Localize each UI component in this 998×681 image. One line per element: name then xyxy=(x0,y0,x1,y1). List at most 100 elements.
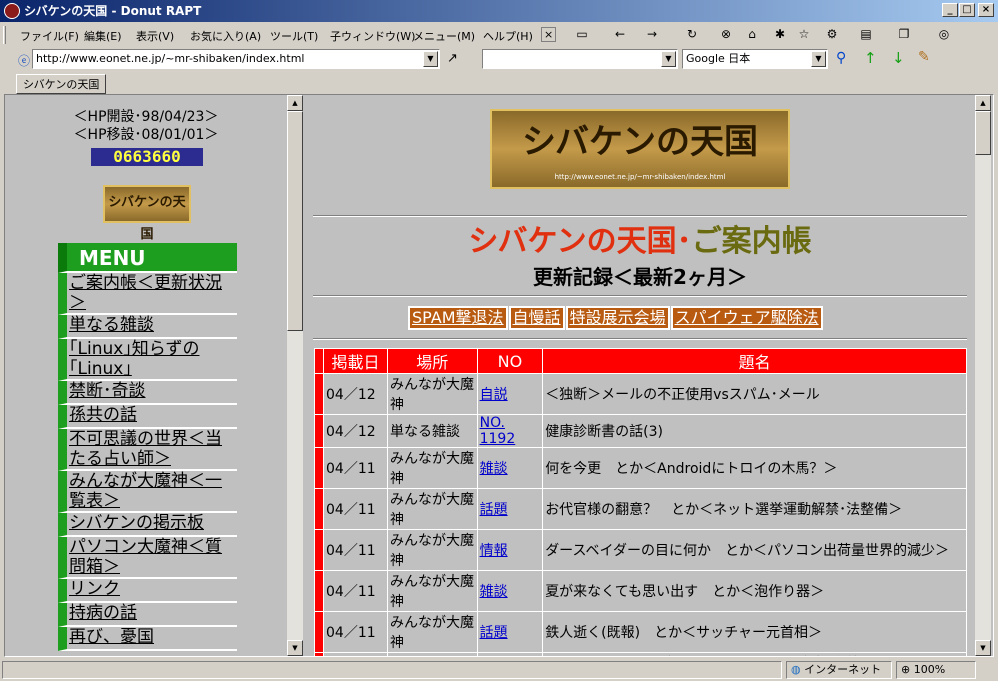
menu-title: MENU xyxy=(58,243,237,273)
row-no-link[interactable]: 雑談 xyxy=(476,570,544,612)
app-icon xyxy=(4,3,20,19)
link-exhibit[interactable]: 特設展示会場 xyxy=(565,306,670,330)
menu-window[interactable]: 子ウィンドウ(W) xyxy=(330,28,415,44)
menu-menu[interactable]: メニュー(M) xyxy=(413,28,475,44)
engine-dropdown-arrow[interactable]: ▼ xyxy=(811,51,826,67)
row-no-link[interactable]: 雑談 xyxy=(476,447,544,489)
search-input[interactable]: ▼ xyxy=(482,49,678,69)
menu-item-grandchildren[interactable]: 孫共の話 xyxy=(58,405,237,429)
menu-item-kidan[interactable]: 禁断･奇談 xyxy=(58,381,237,405)
table-row: 04／11 みんなが大魔神 話題 鉄人逝く(既報) とか＜サッチャー元首相＞ xyxy=(314,611,967,653)
menu-item-bbs[interactable]: シバケンの掲示板 xyxy=(58,513,237,537)
row-marker xyxy=(314,570,324,612)
home-icon[interactable]: ⌂ xyxy=(742,25,762,43)
search-icon[interactable]: ⚲ xyxy=(836,50,846,66)
menu-favorites[interactable]: お気に入り(A) xyxy=(190,28,261,44)
row-title: 何を今更 とか＜Androidにトロイの木馬？＞ xyxy=(542,447,967,489)
hp-open-date: ＜HP開設･98/04/23＞ xyxy=(73,109,219,125)
highlighter-icon[interactable]: ✎ xyxy=(918,49,930,65)
row-no-link[interactable]: 話題 xyxy=(476,488,544,530)
logo-url: http://www.eonet.ne.jp/~mr-shibaken/inde… xyxy=(554,173,726,181)
row-title: ダースベイダーの目に何か とか＜パソコン出荷量世界的減少＞ xyxy=(542,529,967,571)
menu-file[interactable]: ファイル(F) xyxy=(20,28,79,44)
zone-label: インターネット xyxy=(804,663,882,676)
settings-icon[interactable]: ⚙ xyxy=(822,25,842,43)
row-no-link[interactable]: 情報 xyxy=(476,529,544,571)
close-button[interactable]: × xyxy=(978,3,994,17)
scroll-thumb[interactable] xyxy=(975,111,991,155)
tab-shibaken[interactable]: シバケンの天国 xyxy=(16,74,107,94)
window-icon[interactable]: ❐ xyxy=(894,25,914,43)
feature-links: SPAM撃退法 自慢話 特設展示会場 スパイウェア駆除法 xyxy=(408,306,824,330)
favorites-icon[interactable]: ☆ xyxy=(794,25,814,43)
back-icon[interactable]: ← xyxy=(610,25,630,43)
scroll-up-arrow[interactable]: ▲ xyxy=(975,95,991,111)
search-engine-select[interactable]: Google 日本 ▼ xyxy=(682,49,828,69)
page-title: シバケンの天国･ご案内帳 xyxy=(313,223,967,261)
row-no-link[interactable]: 自説 xyxy=(476,373,544,415)
link-spyware[interactable]: スパイウェア駆除法 xyxy=(670,306,823,330)
status-text xyxy=(2,661,782,679)
table-row: 04／11 みんなが大魔神 話題 お代官様の翻意？ とか＜ネット選挙運動解禁･法整備＞ xyxy=(314,488,967,530)
title-bar: シバケンの天国 - Donut RAPT _ □ × xyxy=(0,0,998,22)
row-date: 04／11 xyxy=(323,529,388,571)
left-scrollbar[interactable]: ▲ ▼ xyxy=(287,95,303,656)
menu-item-patriot[interactable]: 再び、憂国 xyxy=(58,627,237,651)
history-icon[interactable]: ✱ xyxy=(770,25,790,43)
row-no-link[interactable]: 話題 xyxy=(476,611,544,653)
menu-item-mystery[interactable]: 不可思議の世界＜当たる占い師＞ xyxy=(58,429,237,471)
row-no-link[interactable]: 雑談 xyxy=(476,652,544,656)
new-page-icon[interactable]: ▭ xyxy=(572,25,592,43)
menu-item-illness[interactable]: 持病の話 xyxy=(58,603,237,627)
menu-bar: ファイル(F) 編集(E) 表示(V) お気に入り(A) ツール(T) 子ウィン… xyxy=(0,24,998,46)
link-jiman[interactable]: 自慢話 xyxy=(508,306,565,330)
header-place: 場所 xyxy=(387,348,478,374)
table-row: 04／11 みんなが大魔神 雑談 夏が来なくても思い出す とか＜泡作り器＞ xyxy=(314,570,967,612)
right-scrollbar[interactable]: ▲ ▼ xyxy=(975,95,991,656)
content-area: ＜HP開設･98/04/23＞ ＜HP移設･08/01/01＞ 0663660 … xyxy=(4,94,994,657)
layout-icon[interactable]: ▤ xyxy=(856,25,876,43)
row-marker xyxy=(314,611,324,653)
minimize-button[interactable]: _ xyxy=(942,3,958,17)
row-no-link[interactable]: NO. 1192 xyxy=(476,414,544,448)
page-subtitle: 更新記録＜最新2ヶ月＞ xyxy=(533,265,747,289)
header-title: 題名 xyxy=(542,348,967,374)
scroll-down-arrow[interactable]: ▼ xyxy=(975,640,991,656)
menu-item-pc-qa[interactable]: パソコン大魔神＜質問箱＞ xyxy=(58,537,237,579)
zoom-panel[interactable]: ⊕ 100% xyxy=(896,661,976,679)
row-place: 単なる雑談 xyxy=(387,414,478,448)
url-dropdown-arrow[interactable]: ▼ xyxy=(423,51,438,67)
row-date: 04／11 xyxy=(323,652,388,656)
menu-tools[interactable]: ツール(T) xyxy=(270,28,318,44)
forward-icon[interactable]: → xyxy=(642,25,662,43)
link-spam[interactable]: SPAM撃退法 xyxy=(408,306,508,330)
scroll-up-arrow[interactable]: ▲ xyxy=(287,95,303,111)
row-title: 鉄人逝く(既報) とか＜サッチャー元首相＞ xyxy=(542,611,967,653)
menu-item-chat[interactable]: 単なる雑談 xyxy=(58,315,237,339)
menu-item-guide[interactable]: ご案内帳＜更新状況＞ xyxy=(58,273,237,315)
arrow-up-icon[interactable]: ↑ xyxy=(864,49,877,67)
window-title: シバケンの天国 - Donut RAPT xyxy=(24,4,202,18)
site-logo[interactable]: シバケンの天国 http://www.eonet.ne.jp/~mr-shiba… xyxy=(490,109,790,189)
menu-item-links[interactable]: リンク xyxy=(58,579,237,603)
table-row: 04／11 みんなが大魔神 情報 ダースベイダーの目に何か とか＜パソコン出荷量世界的… xyxy=(314,529,967,571)
go-icon[interactable]: ↗ xyxy=(447,51,458,66)
site-logo-small[interactable]: シバケンの天国 xyxy=(103,185,191,242)
menubar-close-button[interactable]: × xyxy=(541,27,557,42)
maximize-button[interactable]: □ xyxy=(959,3,975,17)
scroll-down-arrow[interactable]: ▼ xyxy=(287,640,303,656)
row-date: 04／11 xyxy=(323,488,388,530)
url-input[interactable]: http://www.eonet.ne.jp/~mr-shibaken/inde… xyxy=(32,49,440,69)
table-row: 04／11 みんなが大魔神 雑談 何を今更 とか＜Androidにトロイの木馬？＞ xyxy=(314,447,967,489)
refresh-icon[interactable]: ↻ xyxy=(682,25,702,43)
menu-help[interactable]: ヘルプ(H) xyxy=(483,28,533,44)
menu-edit[interactable]: 編集(E) xyxy=(84,28,122,44)
menu-view[interactable]: 表示(V) xyxy=(136,28,174,44)
menu-item-linux[interactable]: ｢Linux｣知らずの｢Linux｣ xyxy=(58,339,237,381)
search-dropdown-arrow[interactable]: ▼ xyxy=(661,51,676,67)
stop-icon[interactable]: ⊗ xyxy=(716,25,736,43)
globe-icon[interactable]: ◎ xyxy=(934,25,954,43)
arrow-down-icon[interactable]: ↓ xyxy=(892,49,905,67)
scroll-thumb[interactable] xyxy=(287,111,303,331)
menu-item-daimajin-list[interactable]: みんなが大魔神＜一覧表＞ xyxy=(58,471,237,513)
